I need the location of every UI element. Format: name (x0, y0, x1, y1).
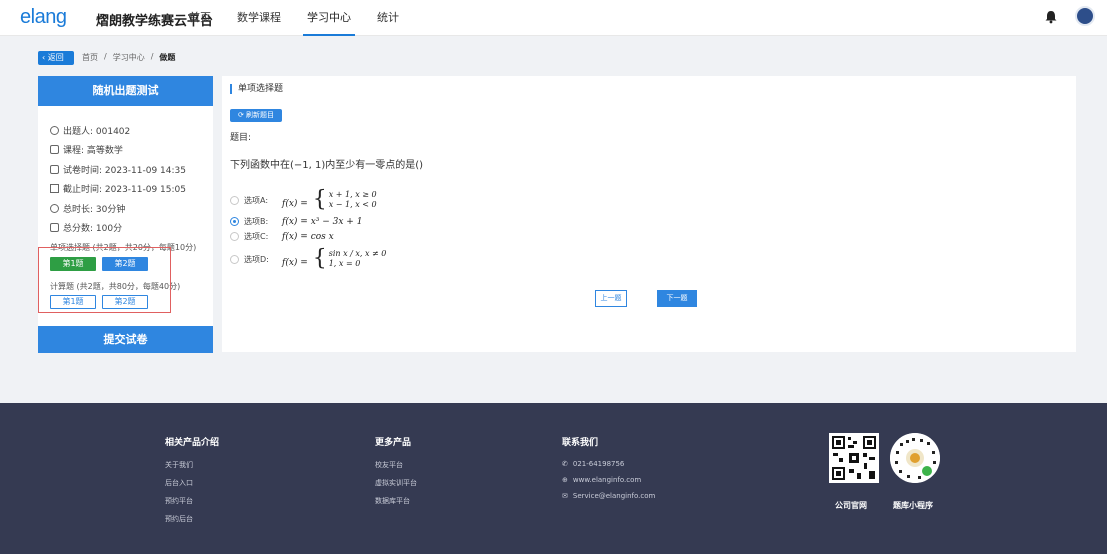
meta-author: 出题人: 001402 (50, 124, 130, 137)
crumb-current: 做题 (159, 53, 176, 62)
crumb-separator: / (150, 52, 154, 61)
bell-icon[interactable] (1044, 10, 1058, 24)
refresh-question-button[interactable]: ⟳ 刷新题目 (230, 109, 282, 122)
option-a[interactable]: 选项A: f(x) = {x + 1, x ≥ 0x − 1, x < 0 (230, 189, 377, 211)
meta-course: 课程: 高等数学 (50, 143, 123, 156)
book-icon (50, 145, 59, 154)
meta-start-time: 试卷时间: 2023-11-09 14:35 (50, 163, 186, 176)
footer-col-title: 联系我们 (562, 438, 599, 448)
main-nav: 首页 数学课程 学习中心 统计 (189, 0, 425, 36)
option-c-formula: f(x) = cos x (282, 231, 334, 242)
back-button[interactable]: ‹ 返回 (38, 51, 74, 65)
question-text: 下列函数中在(−1, 1)内至少有一零点的是() (230, 160, 424, 171)
hourglass-icon (50, 184, 59, 193)
meta-total-score: 总分数: 100分 (50, 221, 122, 234)
submit-exam-button[interactable]: 提交试卷 (38, 326, 213, 353)
radio-b[interactable] (230, 217, 239, 226)
meta-deadline: 截止时间: 2023-11-09 15:05 (50, 182, 186, 195)
clock-icon (50, 204, 59, 213)
crumb-separator: / (104, 52, 107, 61)
option-b[interactable]: 选项B: f(x) = x³ − 3x + 1 (230, 216, 362, 227)
footer-link[interactable]: 关于我们 (165, 460, 219, 470)
option-b-formula: f(x) = x³ − 3x + 1 (282, 216, 363, 227)
miniprogram-qr-code (890, 433, 940, 483)
qr-label-miniprogram: 题库小程序 (893, 501, 933, 510)
footer-email[interactable]: ✉ Service@elanginfo.com (562, 492, 655, 500)
footer-link[interactable]: 预约后台 (165, 514, 219, 524)
phone-icon: ✆ (562, 460, 568, 468)
next-question-button[interactable]: 下一题 (657, 290, 697, 307)
highlight-box (38, 247, 171, 313)
nav-home[interactable]: 首页 (189, 0, 211, 36)
qr-label-website: 公司官网 (835, 501, 867, 510)
radio-d[interactable] (230, 254, 239, 264)
radio-a[interactable] (230, 195, 239, 205)
meta-duration: 总时长: 30分钟 (50, 202, 125, 215)
user-avatar[interactable] (1075, 6, 1095, 26)
radio-c[interactable] (230, 232, 239, 241)
nav-statistics[interactable]: 统计 (377, 0, 399, 36)
footer-website[interactable]: ⊕ www.elanginfo.com (562, 476, 655, 484)
website-qr-code (829, 433, 879, 483)
option-d[interactable]: 选项D: f(x) = {sin x / x, x ≠ 0 1, x = 0 (230, 248, 386, 270)
calendar-icon (50, 165, 59, 174)
site-footer: 相关产品介绍 关于我们 后台入口 预约平台 预约后台 更多产品 校友平台 虚拟实… (0, 403, 1107, 554)
footer-link[interactable]: 数据库平台 (375, 496, 417, 506)
option-c[interactable]: 选项C: f(x) = cos x (230, 231, 334, 242)
top-nav-bar: elang 熠朗教学练赛云平台 首页 数学课程 学习中心 统计 (0, 0, 1107, 36)
option-a-formula: f(x) = {x + 1, x ≥ 0x − 1, x < 0 (282, 187, 377, 212)
footer-link[interactable]: 虚拟实训平台 (375, 478, 417, 488)
question-panel: 单项选择题 ⟳ 刷新题目 题目: 下列函数中在(−1, 1)内至少有一零点的是(… (222, 76, 1076, 352)
question-type-title: 单项选择题 (230, 84, 283, 94)
footer-col-more: 更多产品 校友平台 虚拟实训平台 数据库平台 (375, 435, 417, 514)
option-d-formula: f(x) = {sin x / x, x ≠ 0 1, x = 0 (282, 246, 387, 271)
footer-phone: ✆ 021-64198756 (562, 460, 625, 468)
footer-col-products: 相关产品介绍 关于我们 后台入口 预约平台 预约后台 (165, 435, 219, 532)
globe-icon: ⊕ (562, 476, 568, 484)
footer-col-contact: 联系我们 ✆ 021-64198756 ⊕ www.elanginfo.com ✉ S… (562, 435, 655, 508)
exam-title: 随机出题测试 (38, 76, 213, 106)
footer-link[interactable]: 校友平台 (375, 460, 417, 470)
elang-logo[interactable]: elang (20, 6, 67, 28)
nav-math-course[interactable]: 数学课程 (237, 0, 281, 36)
previous-question-button[interactable]: 上一题 (595, 290, 627, 307)
score-icon (50, 223, 59, 232)
crumb-home[interactable]: 首页 (82, 52, 98, 63)
footer-link[interactable]: 预约平台 (165, 496, 219, 506)
footer-col-title: 更多产品 (375, 438, 412, 448)
person-icon (50, 126, 59, 135)
breadcrumb: 首页 / 学习中心 / 做题 (82, 52, 175, 63)
mail-icon: ✉ (562, 492, 568, 500)
footer-link[interactable]: 后台入口 (165, 478, 219, 488)
question-label: 题目: (230, 133, 252, 143)
crumb-study-center[interactable]: 学习中心 (113, 52, 145, 63)
nav-study-center[interactable]: 学习中心 (303, 0, 355, 36)
footer-col-title: 相关产品介绍 (165, 438, 220, 448)
